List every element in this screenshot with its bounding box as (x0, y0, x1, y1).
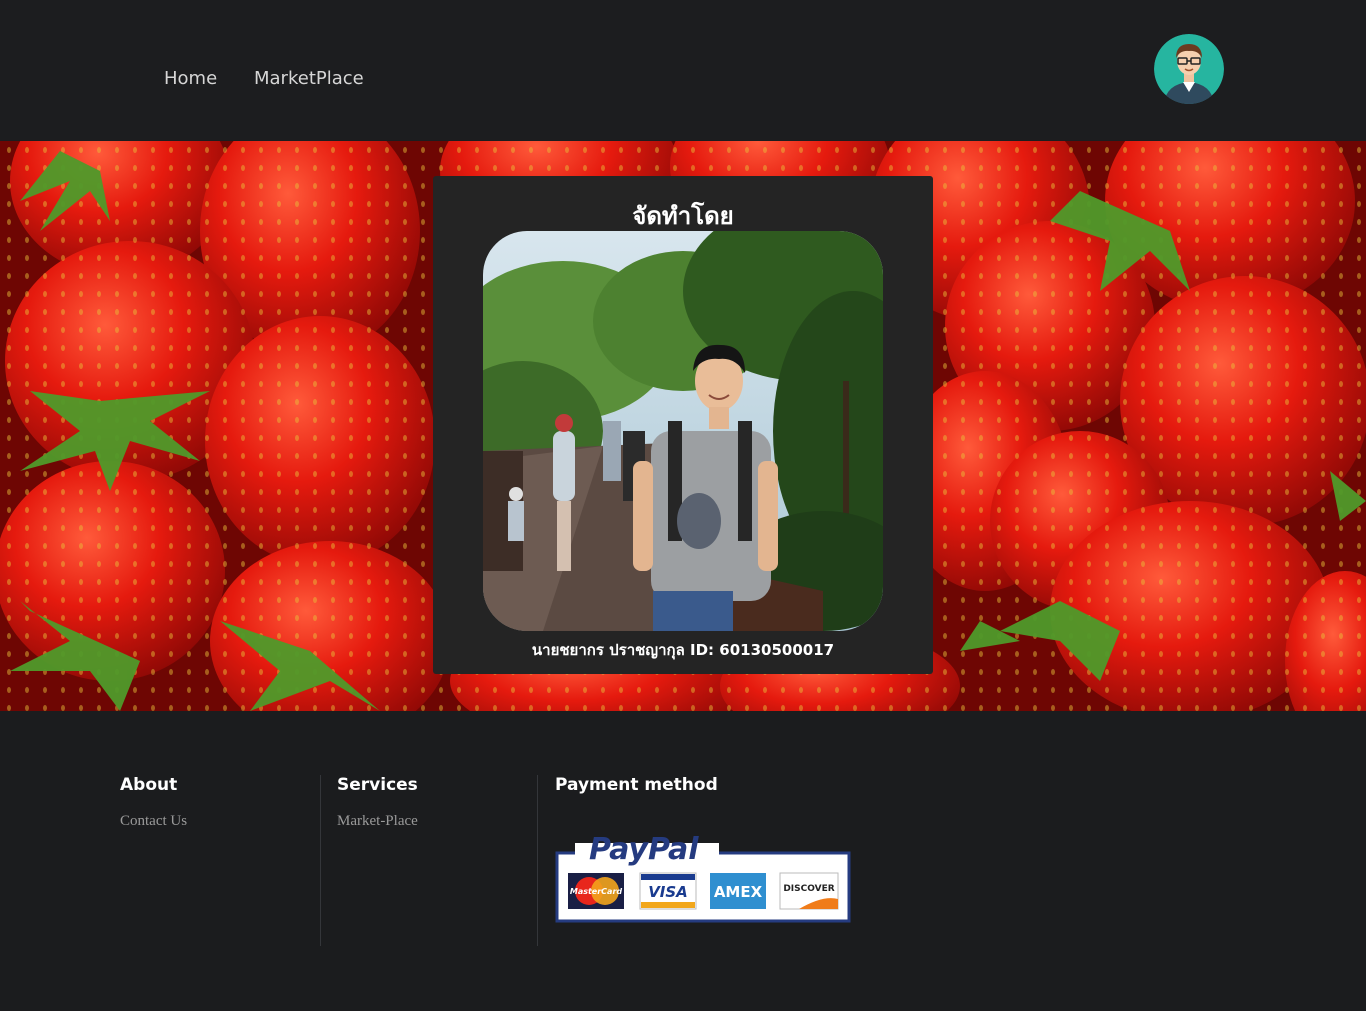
discover-icon: DISCOVER (779, 872, 839, 910)
footer-payment-column: Payment method (555, 775, 718, 795)
paypal-payment-logo: PayPal MasterCard VISA AMEX DISCOVER (555, 829, 855, 930)
user-avatar-icon[interactable] (1154, 34, 1224, 104)
footer-about-column: About Contact Us (120, 775, 187, 830)
footer-services-column: Services Market-Place (337, 775, 418, 830)
svg-text:DISCOVER: DISCOVER (783, 884, 834, 894)
nav-marketplace-link[interactable]: MarketPlace (254, 68, 364, 89)
svg-text:AMEX: AMEX (714, 883, 763, 901)
footer-services-heading: Services (337, 775, 418, 795)
svg-text:VISA: VISA (648, 883, 688, 901)
footer-divider (320, 775, 321, 946)
profile-card: จัดทำโดย นายชยากร ปราชญากุล ID: 60130500… (433, 176, 933, 674)
footer-divider (537, 775, 538, 946)
top-navbar: Home MarketPlace (0, 0, 1366, 141)
svg-text:MasterCard: MasterCard (570, 887, 623, 896)
paypal-logo-text: PayPal (589, 832, 699, 867)
contact-us-link[interactable]: Contact Us (120, 813, 187, 830)
footer-payment-heading: Payment method (555, 775, 718, 795)
nav-home-link[interactable]: Home (164, 68, 217, 89)
profile-photo (483, 231, 883, 631)
mastercard-icon: MasterCard (568, 873, 624, 909)
card-caption: นายชยากร ปราชญากุล ID: 60130500017 (531, 641, 835, 659)
amex-icon: AMEX (710, 873, 766, 909)
market-place-link[interactable]: Market-Place (337, 813, 418, 830)
visa-icon: VISA (639, 872, 697, 910)
card-title: จัดทำโดย (632, 202, 734, 230)
footer-about-heading: About (120, 775, 178, 795)
